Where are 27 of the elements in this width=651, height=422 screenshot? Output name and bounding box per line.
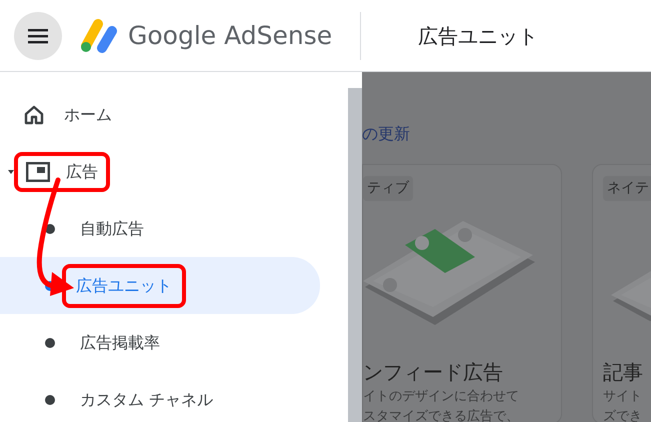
menu-button[interactable]: [14, 12, 62, 60]
card-description: ズでき: [603, 408, 643, 422]
sidebar-item[interactable]: 自動広告: [80, 216, 144, 240]
sidebar-item[interactable]: 広告掲載率: [80, 330, 160, 354]
card-title: 記事: [603, 359, 644, 386]
sidebar-item[interactable]: ホーム: [24, 102, 112, 126]
logo-icon: [78, 18, 118, 54]
ad-format-card[interactable]: ネイテ 記事 サイト ズでき: [592, 164, 651, 422]
bullet-icon: [45, 394, 55, 404]
sidebar-item[interactable]: 広告: [14, 152, 110, 192]
ad-format-card[interactable]: ティブ ンフィード広告 イトのデザインに合わせて スタマイズできる広告で、: [362, 164, 562, 422]
bullet-icon: [45, 338, 55, 348]
page-title: 広告ユニット: [418, 22, 538, 50]
logo-text: Google AdSense: [128, 20, 332, 52]
card-description: イトのデザインに合わせて: [363, 388, 520, 406]
card-description: サイト: [603, 388, 643, 406]
sidebar-item[interactable]: カスタム チャネル: [80, 388, 214, 412]
scrollbar[interactable]: [348, 88, 362, 422]
format-tag: ネイテ: [603, 176, 651, 201]
expand-caret-icon[interactable]: [8, 168, 14, 174]
menu-icon: [28, 28, 48, 44]
sidebar-item[interactable]: 広告ユニット: [62, 264, 186, 308]
card-title: ンフィード広告: [363, 359, 504, 386]
format-tag: ティブ: [363, 176, 413, 201]
ad-unit-icon: [26, 162, 50, 182]
card-description: スタマイズできる広告で、: [363, 408, 520, 422]
home-icon: [24, 104, 44, 124]
